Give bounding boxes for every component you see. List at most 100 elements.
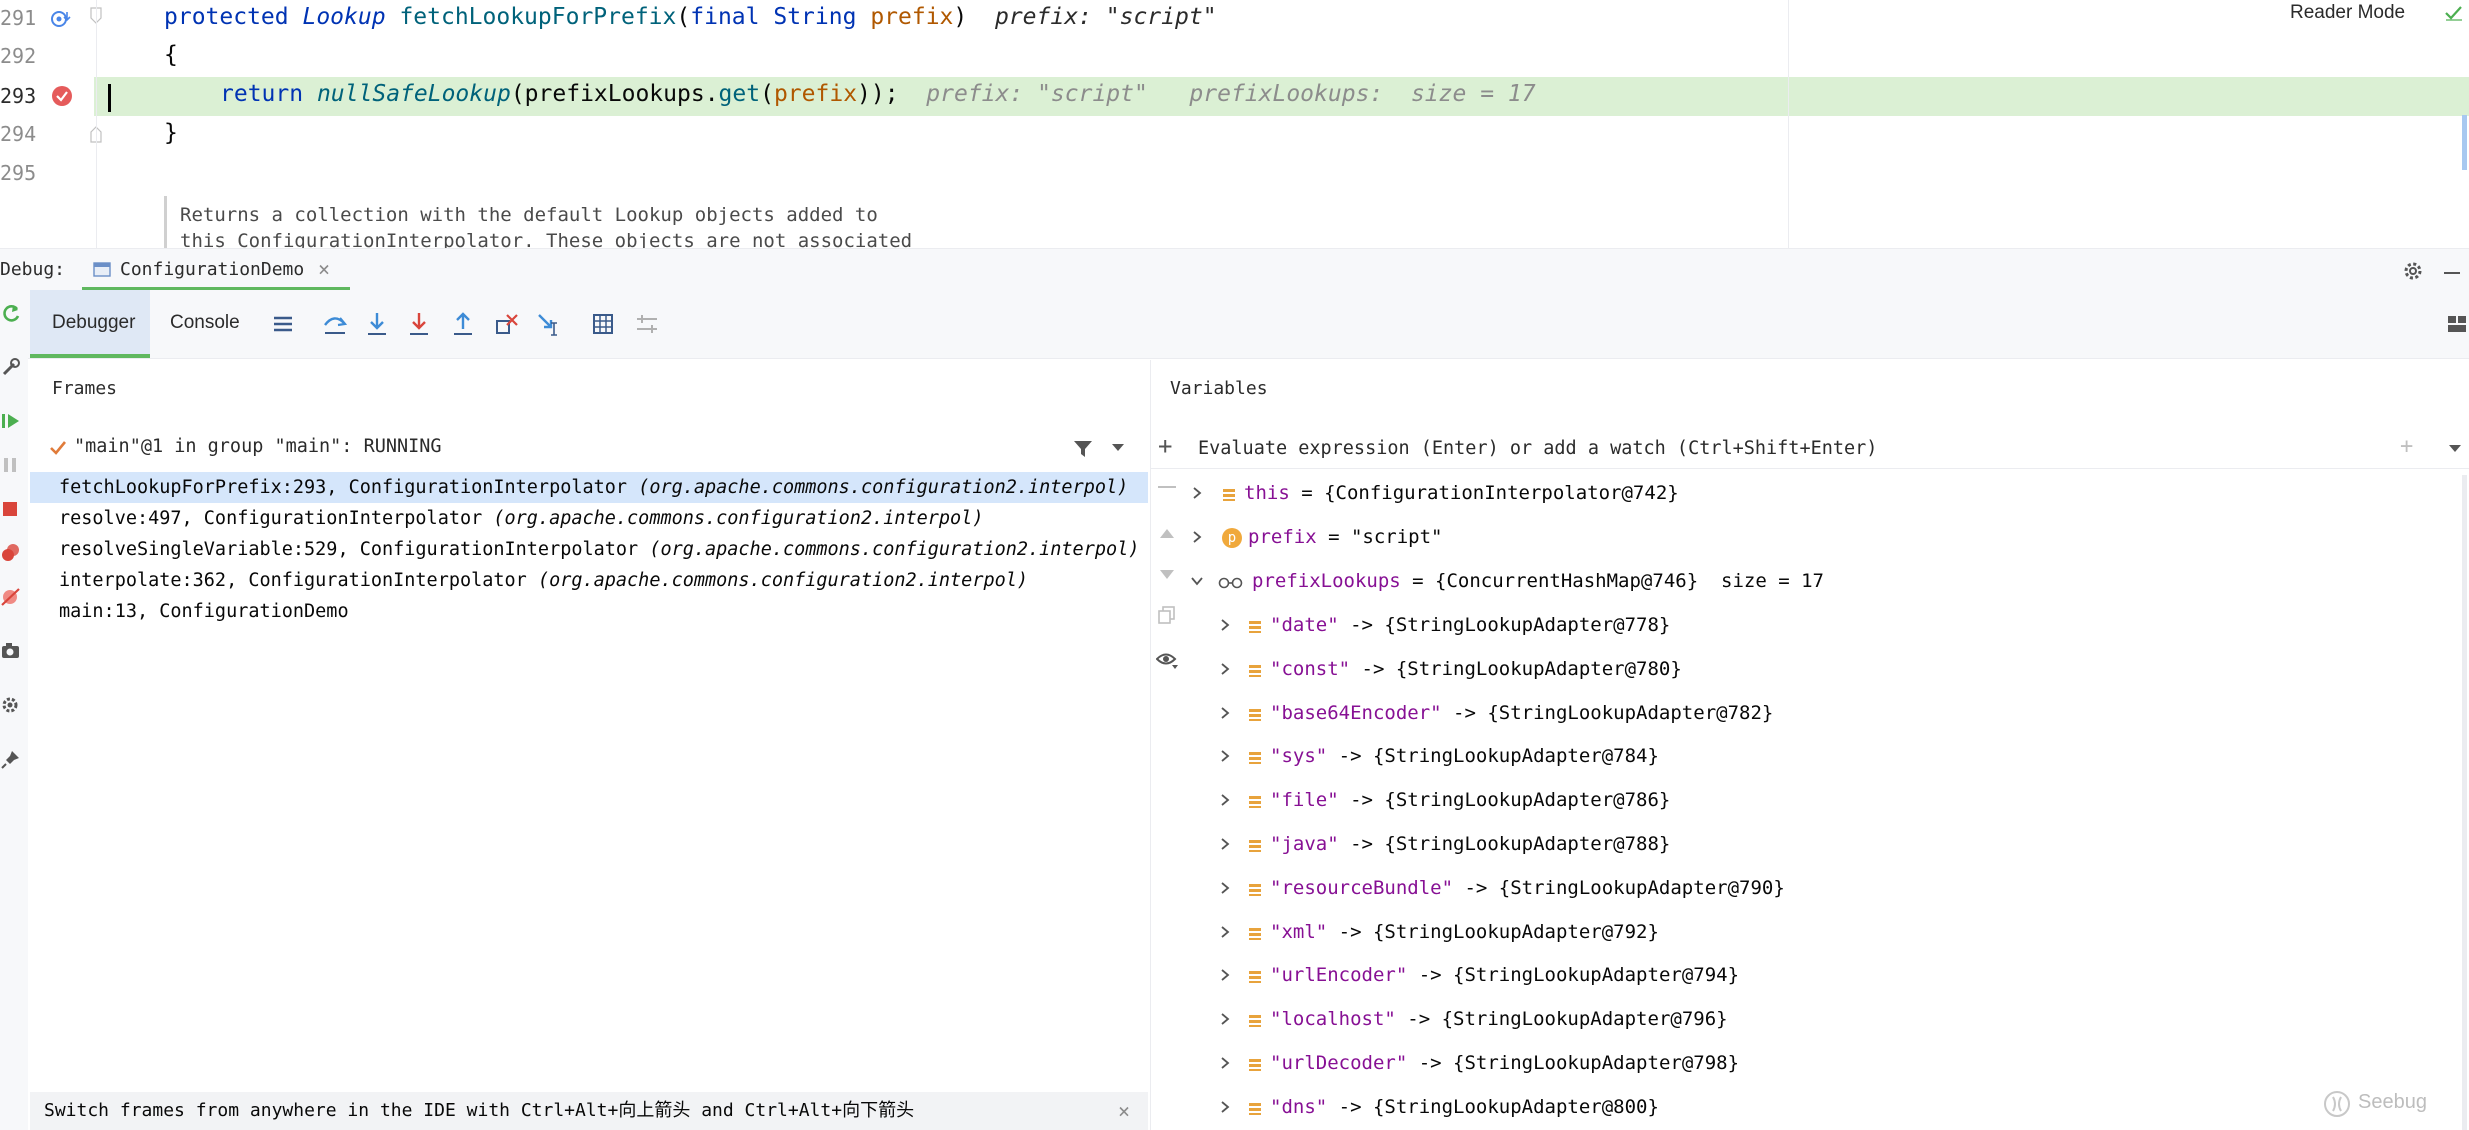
chevron-down-icon[interactable]: [1110, 442, 1126, 454]
stack-frame[interactable]: fetchLookupForPrefix:293, ConfigurationI…: [30, 472, 1148, 503]
paren: (: [676, 4, 691, 30]
gear-icon[interactable]: [2402, 260, 2424, 282]
map-entry-value: -> {StringLookupAdapter@786}: [1338, 789, 1671, 811]
add-watch-icon[interactable]: +: [1158, 432, 1172, 460]
close-hint-icon[interactable]: ×: [1118, 1092, 1130, 1130]
variables-scrollbar[interactable]: [2462, 475, 2467, 1130]
method-call: get: [718, 81, 761, 107]
menu-icon[interactable]: [268, 309, 298, 339]
variable-name: prefixLookups: [1252, 570, 1401, 592]
camera-icon[interactable]: [0, 640, 22, 662]
wrench-icon[interactable]: [0, 356, 22, 378]
frame-package: (org.apache.commons.configuration2.inter…: [493, 508, 984, 529]
inline-debug-hint: prefixLookups: size = 17: [1189, 81, 1536, 107]
map-entry-value: -> {StringLookupAdapter@796}: [1395, 1008, 1728, 1030]
frame-package: (org.apache.commons.configuration2.inter…: [537, 570, 1029, 591]
breakpoint-icon[interactable]: [50, 84, 74, 108]
chevron-right-icon[interactable]: [1218, 1012, 1232, 1026]
remove-watch-icon[interactable]: [1158, 486, 1176, 488]
field-icon: [1249, 620, 1261, 633]
parameter-badge: p: [1222, 527, 1242, 548]
inspection-ok-icon[interactable]: [2443, 4, 2465, 22]
tab-console[interactable]: Console: [170, 312, 240, 334]
view-breakpoints-icon[interactable]: [0, 542, 22, 564]
seebug-logo-icon: [2324, 1091, 2350, 1117]
chevron-right-icon[interactable]: [1218, 662, 1232, 676]
chevron-right-icon[interactable]: [1218, 881, 1232, 895]
stop-icon[interactable]: [0, 498, 22, 520]
override-method-icon[interactable]: [50, 8, 72, 30]
evaluate-expression-field[interactable]: + Evaluate expression (Enter) or add a w…: [1150, 430, 2469, 469]
line-number: 292: [0, 44, 37, 68]
session-tab-label[interactable]: ConfigurationDemo: [120, 259, 304, 280]
evaluate-expression-icon[interactable]: [588, 309, 618, 339]
map-entry-value: -> {StringLookupAdapter@792}: [1327, 921, 1659, 943]
add-watch-button[interactable]: +: [2400, 434, 2413, 459]
chevron-right-icon[interactable]: [1190, 530, 1204, 544]
evaluate-placeholder: Evaluate expression (Enter) or add a wat…: [1198, 438, 1878, 459]
close-tab-icon[interactable]: ×: [318, 257, 330, 281]
map-entry-key: "urlEncoder": [1270, 964, 1408, 986]
editor-scrollbar[interactable]: [2462, 115, 2467, 170]
chevron-right-icon[interactable]: [1218, 1100, 1232, 1114]
variable-name: prefix: [1248, 526, 1317, 548]
variable-prefixLookups[interactable]: prefixLookups = {ConcurrentHashMap@746} …: [1190, 566, 1824, 596]
chevron-right-icon[interactable]: [1218, 1056, 1232, 1070]
chevron-right-icon[interactable]: [1218, 749, 1232, 763]
pause-icon[interactable]: [0, 454, 22, 476]
variable-prefix[interactable]: p prefix = "script": [1190, 522, 1442, 552]
reader-mode-toggle[interactable]: Reader Mode: [2290, 2, 2405, 24]
field-icon: [1249, 1102, 1261, 1115]
map-entry-value: -> {StringLookupAdapter@798}: [1407, 1052, 1740, 1074]
stack-frame[interactable]: main:13, ConfigurationDemo: [30, 596, 1148, 627]
stack-frame[interactable]: interpolate:362, ConfigurationInterpolat…: [30, 565, 1148, 596]
chevron-down-icon[interactable]: [2448, 444, 2462, 454]
move-down-icon[interactable]: [1158, 568, 1176, 582]
settings-icon[interactable]: [0, 694, 22, 716]
resume-icon[interactable]: [0, 410, 22, 432]
field-icon: [1249, 1058, 1261, 1071]
eye-icon[interactable]: [1156, 652, 1180, 670]
chevron-right-icon[interactable]: [1218, 837, 1232, 851]
pin-icon[interactable]: [0, 748, 22, 770]
code-editor[interactable]: 291 292 293 294 295 protected Lookup fet…: [0, 0, 2469, 248]
chevron-right-icon[interactable]: [1218, 925, 1232, 939]
trace-icon[interactable]: [632, 309, 662, 339]
step-over-icon[interactable]: [320, 309, 350, 339]
chevron-right-icon[interactable]: [1190, 486, 1204, 500]
chevron-right-icon[interactable]: [1218, 793, 1232, 807]
move-up-icon[interactable]: [1158, 526, 1176, 540]
paren: ): [953, 4, 968, 30]
thread-selector[interactable]: "main"@1 in group "main": RUNNING: [30, 430, 1148, 468]
stack-frame[interactable]: resolveSingleVariable:529, Configuration…: [30, 534, 1148, 565]
mute-breakpoints-icon[interactable]: [0, 586, 22, 608]
map-entry-value: -> {StringLookupAdapter@800}: [1327, 1096, 1659, 1118]
frame-method: main:13, ConfigurationDemo: [59, 601, 349, 622]
chevron-right-icon[interactable]: [1218, 968, 1232, 982]
frame-method: fetchLookupForPrefix:293, ConfigurationI…: [59, 477, 639, 498]
frame-method: interpolate:362, ConfigurationInterpolat…: [59, 570, 538, 591]
variable-this[interactable]: this = {ConfigurationInterpolator@742}: [1190, 478, 1679, 508]
minimize-icon[interactable]: [2444, 272, 2460, 274]
rerun-icon[interactable]: [0, 302, 22, 324]
variable-name: this: [1244, 482, 1290, 504]
gutter-divider: [96, 0, 97, 248]
line-number: 293: [0, 84, 37, 108]
copy-icon[interactable]: [1158, 606, 1176, 624]
code-text: (prefixLookups.: [510, 81, 719, 107]
step-out-icon[interactable]: [448, 309, 478, 339]
run-to-cursor-icon[interactable]: [534, 309, 564, 339]
chevron-down-icon[interactable]: [1190, 574, 1204, 588]
stack-frame[interactable]: resolve:497, ConfigurationInterpolator (…: [30, 503, 1148, 534]
field-icon: [1249, 839, 1261, 852]
force-step-into-icon[interactable]: [404, 309, 434, 339]
tab-debugger[interactable]: Debugger: [30, 290, 150, 358]
chevron-right-icon[interactable]: [1218, 706, 1232, 720]
keyword: final: [690, 4, 760, 30]
chevron-right-icon[interactable]: [1218, 618, 1232, 632]
paren: (: [760, 81, 774, 107]
layout-icon[interactable]: [2446, 314, 2468, 334]
step-into-icon[interactable]: [362, 309, 392, 339]
drop-frame-icon[interactable]: [492, 309, 522, 339]
filter-icon[interactable]: [1072, 438, 1094, 460]
